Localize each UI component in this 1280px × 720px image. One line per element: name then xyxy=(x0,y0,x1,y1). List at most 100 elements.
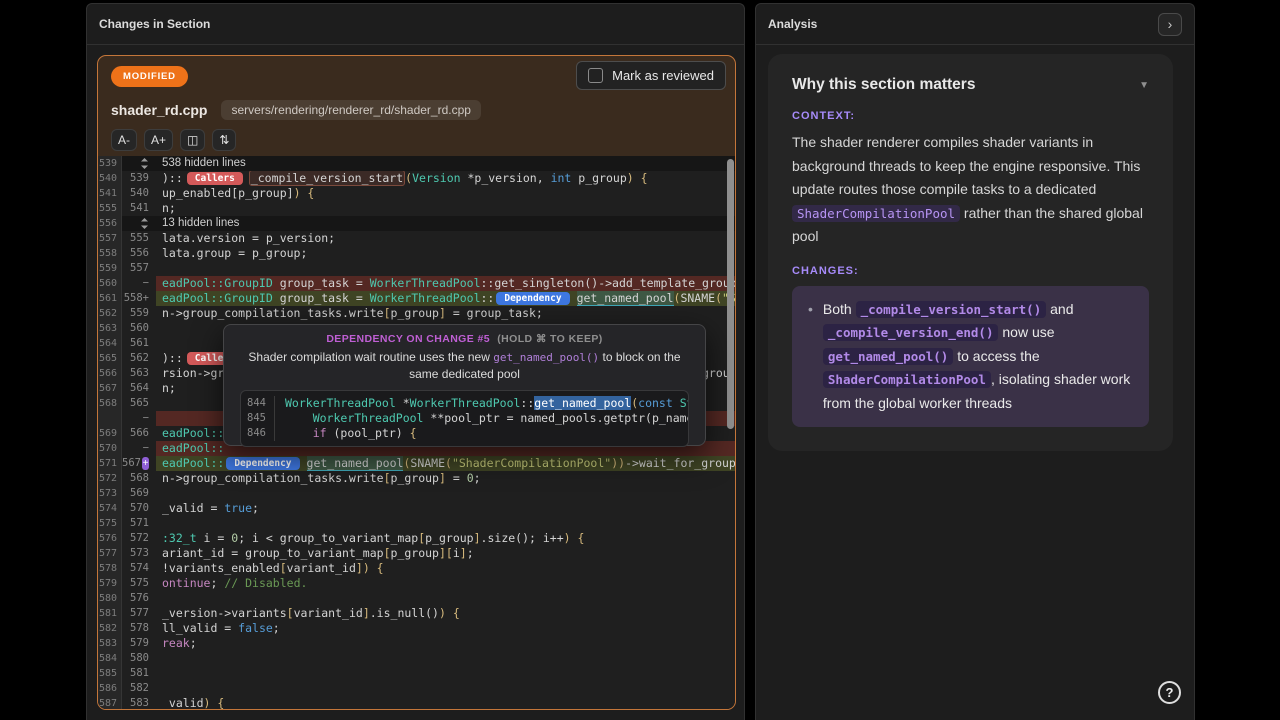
hidden-lines-row[interactable]: 539538 hidden lines xyxy=(98,156,735,171)
code-token: ] xyxy=(363,606,370,620)
diff-row-body: 581 xyxy=(122,666,735,681)
old-line-number: 559 xyxy=(98,261,122,276)
code-line: ariant_id = group_to_variant_map[p_group… xyxy=(156,546,735,561)
split-view-icon[interactable]: ◫ xyxy=(180,129,205,151)
diff-row-body: 569 xyxy=(122,486,735,501)
line-number-gutter: 560 xyxy=(122,321,156,336)
dependency-highlight: get_named_pool xyxy=(577,291,674,306)
tooltip-body: Shader compilation wait routine uses the… xyxy=(224,349,705,383)
help-button[interactable]: ? xyxy=(1158,681,1181,704)
diff-row-body: 568n->group_compilation_tasks.write[p_gr… xyxy=(122,471,735,486)
snippet-line-number: 845 xyxy=(241,411,275,426)
changes-panel-header: Changes in Section xyxy=(87,4,744,45)
code-token: _version->variants xyxy=(162,606,287,620)
tooltip-header: DEPENDENCY ON CHANGE #5 (HOLD ⌘ TO KEEP) xyxy=(224,333,705,345)
swap-view-icon[interactable]: ⇅ xyxy=(212,129,236,151)
code-token: _valid xyxy=(162,696,204,709)
diff-row: 584580 xyxy=(98,651,735,666)
chevron-down-icon[interactable]: ▼ xyxy=(1139,80,1149,91)
line-number-gutter: − xyxy=(122,411,156,426)
code-token: :: xyxy=(520,396,534,410)
code-token: = group_task; xyxy=(446,306,543,320)
diff-row: 562559n->group_compilation_tasks.write[p… xyxy=(98,306,735,321)
diff-row-body: 577_version->variants[variant_id].is_nul… xyxy=(122,606,735,621)
old-line-number: 581 xyxy=(98,606,122,621)
code-token: .size(); i++ xyxy=(481,531,564,545)
diff-card: MODIFIED Mark as reviewed shader_rd.cpp … xyxy=(97,55,736,710)
diff-row-body: 578ll_valid = false; xyxy=(122,621,735,636)
reviewed-label: Mark as reviewed xyxy=(612,68,714,83)
code-line: n->group_compilation_tasks.write[p_group… xyxy=(156,306,735,321)
code-line xyxy=(156,666,735,681)
snippet-line-number: 844 xyxy=(241,396,275,411)
callers-badge[interactable]: Callers xyxy=(187,172,243,185)
code-token: reak xyxy=(162,636,190,650)
code-token: ) { xyxy=(627,171,648,185)
file-name: shader_rd.cpp xyxy=(111,102,207,118)
line-number-gutter xyxy=(122,156,156,171)
old-line-number: 557 xyxy=(98,231,122,246)
old-line-number: 579 xyxy=(98,576,122,591)
font-decrease-button[interactable]: A- xyxy=(111,129,137,151)
dependency-badge[interactable]: Dependency xyxy=(496,292,569,305)
code-token: WorkerThreadPool xyxy=(410,396,521,410)
analysis-card-title-row[interactable]: Why this section matters ▼ xyxy=(792,76,1149,94)
chevron-right-icon[interactable]: › xyxy=(1158,13,1182,36)
old-line-number: 578 xyxy=(98,561,122,576)
code-token: Version xyxy=(412,171,460,185)
mark-as-reviewed-control[interactable]: Mark as reviewed xyxy=(576,61,726,90)
line-number-gutter xyxy=(122,216,156,231)
code-token: :32_t xyxy=(162,531,197,545)
code-token: lata.group = p_group; xyxy=(162,246,307,260)
diff-row-body: 582 xyxy=(122,681,735,696)
line-number-gutter: 568 xyxy=(122,471,156,486)
diff-row: 540539)::Callers_compile_version_start(V… xyxy=(98,171,735,186)
font-increase-button[interactable]: A+ xyxy=(144,129,173,151)
line-number-gutter: 562 xyxy=(122,351,156,366)
code-token: p_group xyxy=(391,306,439,320)
code-token: eadPool::GroupID xyxy=(162,276,273,290)
code-token: ::get_singleton()->add_template_group_ta… xyxy=(481,276,736,290)
code-token: [ xyxy=(287,606,294,620)
vertical-scrollbar-thumb[interactable] xyxy=(727,159,734,429)
old-line-number: 560 xyxy=(98,276,122,291)
code-token: ; xyxy=(273,621,280,635)
code-line: eadPool::GroupID group_task = WorkerThre… xyxy=(156,276,735,291)
diff-row: 572568n->group_compilation_tasks.write[p… xyxy=(98,471,735,486)
code-token: WorkerThreadPool xyxy=(313,411,424,425)
reviewed-checkbox[interactable] xyxy=(588,68,603,83)
analysis-card-title: Why this section matters xyxy=(792,76,975,94)
code-token: n; xyxy=(162,201,176,215)
old-line-number: 562 xyxy=(98,306,122,321)
diff-row: 561558+eadPool::GroupID group_task = Wor… xyxy=(98,291,735,306)
snippet-row: 844WorkerThreadPool *WorkerThreadPool::g… xyxy=(241,396,688,411)
old-line-number: 573 xyxy=(98,486,122,501)
diff-row: 574570_valid = true; xyxy=(98,501,735,516)
code-line: lata.group = p_group; xyxy=(156,246,735,261)
old-line-number: 586 xyxy=(98,681,122,696)
old-line-number: 540 xyxy=(98,171,122,186)
diff-row: 587583_valid) { xyxy=(98,696,735,709)
code-line: _valid) { xyxy=(156,696,735,709)
diff-row-body: 570_valid = true; xyxy=(122,501,735,516)
code-token: !variants_enabled xyxy=(162,561,280,575)
diff-row-body: 579reak; xyxy=(122,636,735,651)
snippet-line-number: 846 xyxy=(241,426,275,441)
line-number-gutter: 572 xyxy=(122,531,156,546)
old-line-number: 570 xyxy=(98,441,122,456)
inline-code: get_named_pool() xyxy=(823,348,953,365)
diff-row-body: 541n; xyxy=(122,201,735,216)
code-token: group_task = xyxy=(273,276,370,290)
diff-row: 582578ll_valid = false; xyxy=(98,621,735,636)
hidden-lines-row[interactable]: 55613 hidden lines xyxy=(98,216,735,231)
line-number-gutter: 577 xyxy=(122,606,156,621)
line-number-gutter: 571 xyxy=(122,516,156,531)
file-row: shader_rd.cpp servers/rendering/renderer… xyxy=(111,100,723,120)
dependency-badge[interactable]: Dependency xyxy=(226,457,299,470)
analysis-panel-header: Analysis › xyxy=(756,4,1194,45)
code-token: ( xyxy=(445,456,452,470)
line-number-gutter: 581 xyxy=(122,666,156,681)
code-token: if xyxy=(313,426,327,440)
code-line: n->group_compilation_tasks.write[p_group… xyxy=(156,471,735,486)
diff-row-body: 571 xyxy=(122,516,735,531)
